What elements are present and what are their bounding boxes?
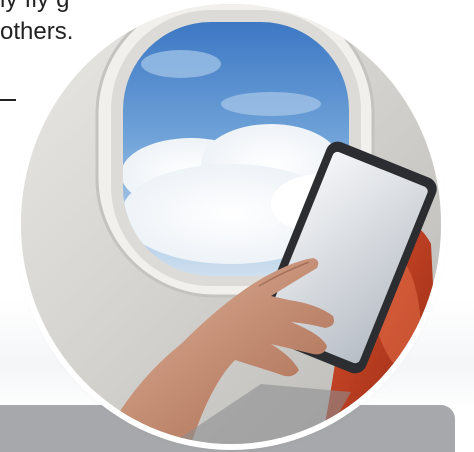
photo-illustration [21,4,441,444]
airplane-window-tablet-photo [21,4,441,444]
divider-rule [0,99,16,101]
body-text-fragment-2: others. [0,18,74,45]
body-text-fragment-1: ly fly g [0,0,70,14]
page: ly fly g others. [0,0,474,452]
